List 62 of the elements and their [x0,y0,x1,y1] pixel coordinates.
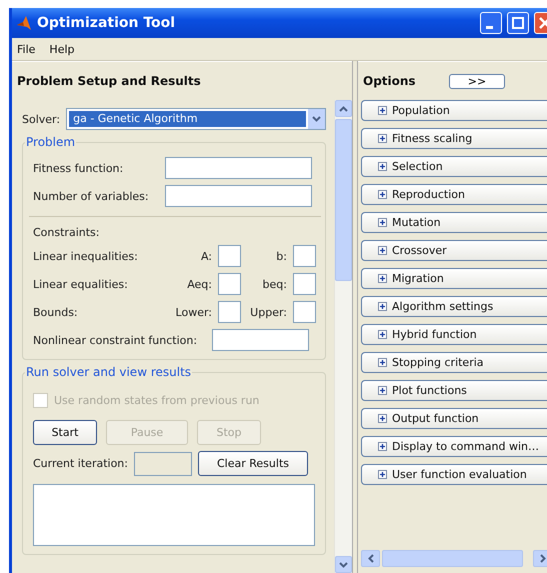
input-field[interactable] [212,329,309,351]
options-section[interactable]: User function evaluation [361,464,547,485]
scroll-right-icon [540,554,546,563]
options-section[interactable]: Display to command win… [361,436,547,457]
clear-results-button[interactable]: Clear Results [198,451,308,476]
options-section[interactable]: Mutation [361,212,547,233]
menu-item[interactable]: File [17,42,36,56]
scrollbar[interactable] [334,100,352,573]
group-title: Run solver and view results [25,365,192,379]
field-label: Linear equalities: [33,278,129,290]
input-field[interactable] [218,245,241,267]
scroll-left-icon [368,554,374,563]
panel-title: Options [363,74,417,88]
minimize-icon [486,26,493,28]
field-label: Number of variables: [33,190,150,202]
field-label: Bounds: [33,306,79,318]
field-label: Upper: [249,306,287,318]
options-section[interactable]: Reproduction [361,184,547,205]
field-label: Lower: [174,306,212,318]
iteration-field [134,452,192,476]
field-label: A: [200,250,212,262]
minimize-button[interactable] [480,12,502,34]
field-label: Linear inequalities: [33,250,139,262]
input-field[interactable] [293,301,316,323]
field-label: beq: [262,278,287,290]
logo-icon [16,15,32,31]
horizontal-scrollbar[interactable] [358,550,547,567]
maximize-button[interactable] [507,12,529,34]
checkbox-label: Use random states from previous run [54,394,260,407]
options-section[interactable]: Algorithm settings [361,296,547,317]
action-button[interactable]: Start [33,420,97,445]
options-section[interactable]: Stopping criteria [361,352,547,373]
window-title: Optimization Tool [37,15,176,31]
input-field[interactable] [218,273,241,295]
field-label: b: [275,250,287,262]
input-field[interactable] [293,245,316,267]
options-section[interactable]: Crossover [361,240,547,261]
options-section[interactable]: Population [361,100,547,121]
options-section[interactable]: Output function [361,408,547,429]
input-field[interactable] [165,157,312,179]
input-field[interactable] [218,301,241,323]
expand-panel-button[interactable]: >> [449,74,505,88]
field-label: Nonlinear constraint function: [33,334,198,346]
input-field[interactable] [165,185,312,207]
options-section[interactable]: Selection [361,156,547,177]
options-section[interactable]: Migration [361,268,547,289]
input-field[interactable] [293,273,316,295]
panel-title: Problem Setup and Results [17,74,202,88]
options-section[interactable]: Plot functions [361,380,547,401]
group-title: Problem [25,135,76,149]
field-label: Fitness function: [33,162,124,174]
scroll-down-icon [339,562,348,568]
solver-dropdown[interactable]: ga - Genetic Algorithm [66,108,326,130]
field-label: Aeq: [186,278,212,290]
menu-item[interactable]: Help [49,42,74,56]
options-section[interactable]: Hybrid function [361,324,547,345]
scroll-up-icon [339,106,348,112]
solver-label: Solver: [22,112,60,126]
options-section[interactable]: Fitness scaling [361,128,547,149]
iteration-label: Current iteration: [33,457,128,470]
maximize-icon [512,17,524,29]
section-label: Constraints: [33,226,100,239]
